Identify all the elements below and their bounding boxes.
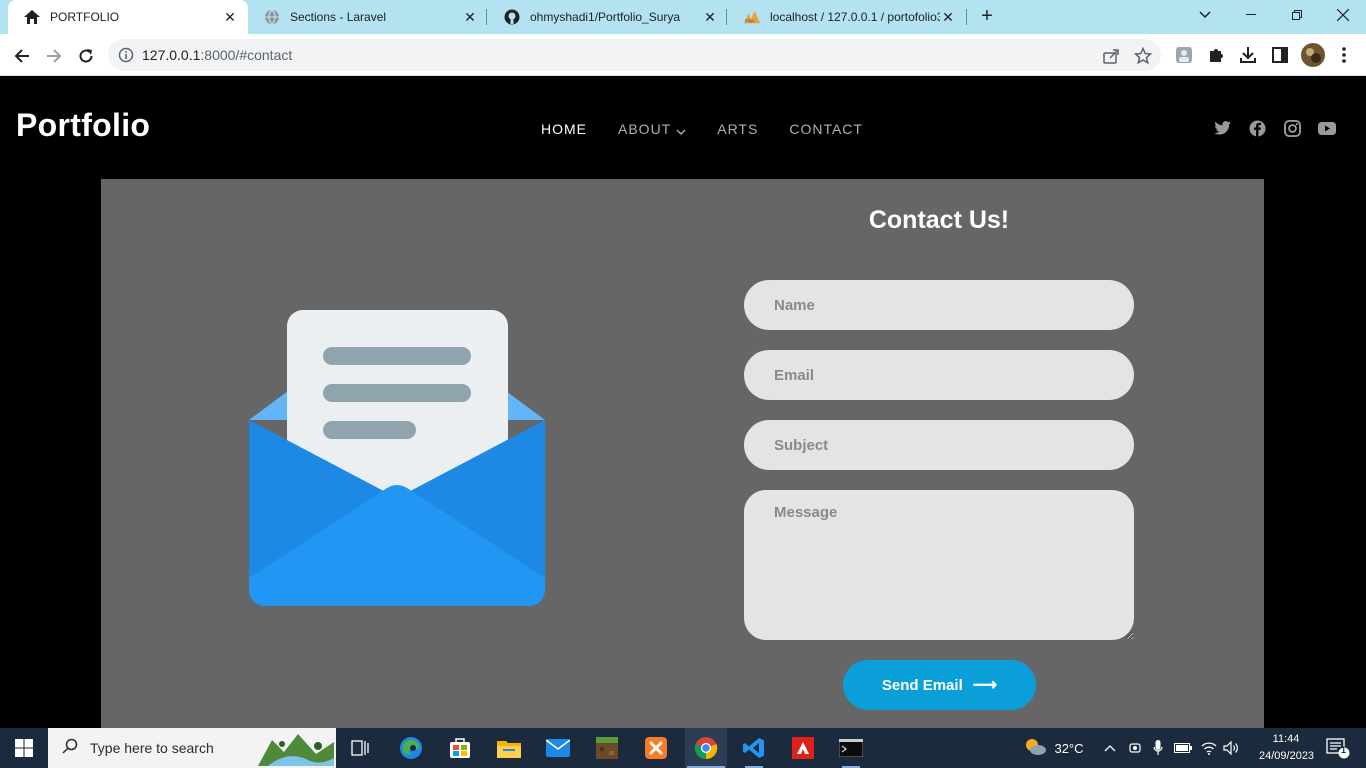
search-icon bbox=[62, 738, 78, 759]
windows-start-icon[interactable] bbox=[0, 728, 48, 768]
tab-separator bbox=[486, 9, 487, 25]
tab-github[interactable]: ohmyshadi1/Portfolio_Surya ✕ bbox=[488, 0, 728, 34]
profile-avatar-icon[interactable] bbox=[1301, 43, 1325, 67]
github-icon bbox=[504, 9, 520, 25]
notification-icon[interactable]: 1 bbox=[1318, 728, 1358, 768]
minimize-button[interactable] bbox=[1228, 0, 1274, 30]
close-tab-icon[interactable]: ✕ bbox=[222, 9, 238, 25]
bookmark-star-icon[interactable] bbox=[1133, 46, 1153, 65]
reload-button[interactable] bbox=[72, 42, 100, 70]
close-tab-icon[interactable]: ✕ bbox=[462, 9, 478, 25]
tab-title: PORTFOLIO bbox=[50, 10, 120, 24]
svg-text:PMA: PMA bbox=[745, 18, 755, 23]
email-input[interactable] bbox=[744, 350, 1134, 400]
extension-icon[interactable] bbox=[1174, 45, 1194, 65]
meet-now-icon[interactable] bbox=[1124, 728, 1146, 768]
web-page: Portfolio HOME ABOUT ARTS CONTACT Contac… bbox=[0, 77, 1366, 728]
terminal-icon[interactable] bbox=[834, 728, 868, 768]
url-rest: :8000/#contact bbox=[200, 47, 293, 63]
close-window-button[interactable] bbox=[1320, 0, 1366, 30]
tab-phpmyadmin[interactable]: PMA localhost / 127.0.0.1 / portofolio3 … bbox=[728, 0, 966, 34]
battery-icon[interactable] bbox=[1172, 728, 1194, 768]
url-text: 127.0.0.1:8000/#contact bbox=[142, 47, 292, 63]
send-email-button[interactable]: Send Email ⟶ bbox=[843, 660, 1036, 710]
microsoft-store-icon[interactable] bbox=[443, 728, 477, 768]
youtube-icon[interactable] bbox=[1318, 119, 1336, 137]
download-icon[interactable] bbox=[1238, 45, 1258, 65]
tab-title: ohmyshadi1/Portfolio_Surya bbox=[530, 10, 681, 24]
close-tab-icon[interactable]: ✕ bbox=[940, 9, 956, 25]
nav-contact[interactable]: CONTACT bbox=[789, 121, 863, 137]
nav-home[interactable]: HOME bbox=[541, 121, 587, 137]
windows-taskbar: Type here to search 32°C 11:44 24/09/202… bbox=[0, 728, 1366, 768]
tab-separator bbox=[966, 9, 967, 25]
wifi-icon[interactable] bbox=[1198, 728, 1220, 768]
arrow-right-icon: ⟶ bbox=[972, 675, 998, 694]
contact-section: Contact Us! Send Email ⟶ bbox=[101, 179, 1264, 728]
notification-count: 1 bbox=[1341, 745, 1347, 755]
subject-input[interactable] bbox=[744, 420, 1134, 470]
instagram-icon[interactable] bbox=[1283, 119, 1301, 137]
mail-icon[interactable] bbox=[541, 728, 575, 768]
search-placeholder: Type here to search bbox=[90, 740, 214, 756]
volume-icon[interactable] bbox=[1220, 728, 1242, 768]
tab-search-icon[interactable] bbox=[1182, 0, 1228, 30]
close-tab-icon[interactable]: ✕ bbox=[702, 9, 718, 25]
share-icon[interactable] bbox=[1102, 47, 1120, 65]
chevron-down-icon bbox=[676, 124, 686, 135]
tab-title: localhost / 127.0.0.1 / portofolio3 bbox=[770, 10, 940, 24]
globe-icon bbox=[264, 9, 280, 25]
url-host: 127.0.0.1 bbox=[142, 47, 201, 63]
chrome-icon[interactable] bbox=[685, 728, 727, 768]
main-nav: HOME ABOUT ARTS CONTACT bbox=[541, 121, 894, 137]
message-textarea[interactable] bbox=[744, 490, 1134, 640]
nav-about[interactable]: ABOUT bbox=[618, 121, 686, 137]
clock-date: 24/09/2023 bbox=[1259, 750, 1315, 762]
tab-title: Sections - Laravel bbox=[290, 10, 387, 24]
nav-about-label: ABOUT bbox=[618, 121, 672, 137]
new-tab-button[interactable]: + bbox=[976, 5, 998, 27]
extensions-puzzle-icon[interactable] bbox=[1206, 45, 1226, 65]
browser-menu-icon[interactable] bbox=[1334, 45, 1354, 65]
tab-separator bbox=[726, 9, 727, 25]
home-icon bbox=[24, 9, 40, 25]
chevron-up-icon[interactable] bbox=[1100, 728, 1120, 768]
weather-temp: 32°C bbox=[1054, 740, 1084, 756]
name-input[interactable] bbox=[744, 280, 1134, 330]
site-info-icon[interactable] bbox=[118, 47, 134, 63]
browser-toolbar: 127.0.0.1:8000/#contact bbox=[0, 34, 1366, 76]
site-brand[interactable]: Portfolio bbox=[16, 107, 150, 144]
taskbar-search[interactable]: Type here to search bbox=[48, 728, 336, 768]
social-links bbox=[1213, 119, 1353, 137]
side-panel-icon[interactable] bbox=[1270, 45, 1290, 65]
search-highlight-icon bbox=[258, 730, 334, 768]
restore-button[interactable] bbox=[1274, 0, 1320, 30]
weather-widget[interactable]: 32°C bbox=[1018, 728, 1090, 768]
send-email-label: Send Email bbox=[881, 676, 963, 694]
xampp-icon[interactable] bbox=[639, 728, 673, 768]
partly-cloudy-icon bbox=[1024, 737, 1047, 760]
microphone-icon[interactable] bbox=[1148, 728, 1168, 768]
taskbar-clock[interactable]: 11:44 24/09/2023 bbox=[1259, 731, 1315, 765]
nav-arts[interactable]: ARTS bbox=[717, 121, 758, 137]
vscode-icon[interactable] bbox=[737, 728, 771, 768]
facebook-icon[interactable] bbox=[1248, 119, 1266, 137]
edge-icon[interactable] bbox=[394, 728, 428, 768]
task-view-icon[interactable] bbox=[344, 728, 376, 768]
file-explorer-icon[interactable] bbox=[492, 728, 526, 768]
twitter-icon[interactable] bbox=[1213, 119, 1231, 137]
minecraft-icon[interactable] bbox=[590, 728, 624, 768]
forward-button[interactable] bbox=[40, 42, 68, 70]
back-button[interactable] bbox=[8, 42, 36, 70]
amd-software-icon[interactable] bbox=[786, 728, 820, 768]
address-bar[interactable]: 127.0.0.1:8000/#contact bbox=[108, 39, 1161, 71]
clock-time: 11:44 bbox=[1272, 733, 1300, 745]
browser-tabstrip: PORTFOLIO ✕ Sections - Laravel ✕ ohmysha… bbox=[0, 0, 1366, 34]
tab-sections-laravel[interactable]: Sections - Laravel ✕ bbox=[248, 0, 488, 34]
open-envelope-icon bbox=[249, 310, 545, 606]
contact-title: Contact Us! bbox=[868, 206, 1010, 234]
tab-portfolio[interactable]: PORTFOLIO ✕ bbox=[8, 0, 248, 34]
phpmyadmin-icon: PMA bbox=[744, 9, 760, 25]
